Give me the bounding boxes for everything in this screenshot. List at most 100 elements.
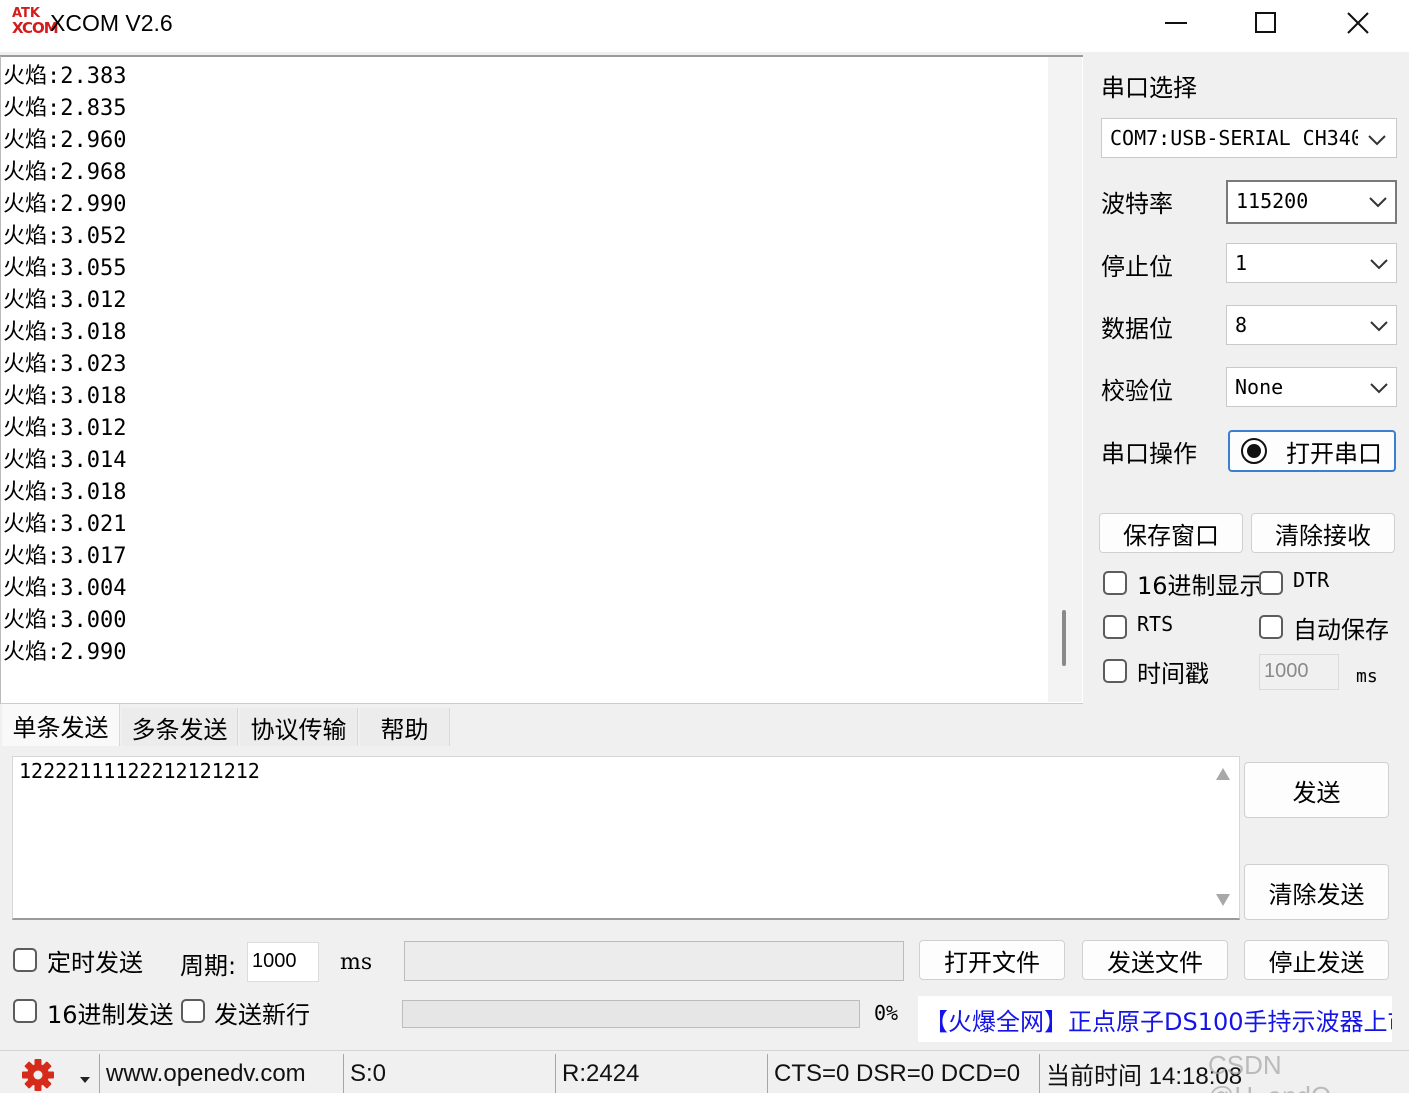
tab-multi-send[interactable]: 多条发送: [122, 708, 238, 746]
save-window-button[interactable]: 保存窗口: [1099, 513, 1243, 553]
scroll-down-arrow-icon[interactable]: [1215, 893, 1231, 907]
timestamp-label: 时间戳: [1137, 660, 1209, 688]
receive-line: 火焰:3.012: [3, 416, 127, 441]
receive-line: 火焰:3.014: [3, 448, 127, 473]
minimize-icon: [1165, 22, 1187, 24]
rts-label: RTS: [1137, 612, 1174, 636]
databit-label: 数据位: [1101, 315, 1173, 343]
logo-bottom-text: XCOM: [12, 19, 59, 37]
send-scrollbar[interactable]: [1207, 757, 1239, 917]
signal-status: CTS=0 DSR=0 DCD=0: [767, 1054, 1039, 1093]
scroll-up-arrow-icon[interactable]: [1215, 767, 1231, 781]
send-textarea[interactable]: 12222111122212121212: [12, 756, 1240, 920]
period-label: 周期:: [180, 952, 237, 980]
settings-button[interactable]: [20, 1058, 56, 1092]
chevron-down-icon: [1370, 383, 1388, 394]
chevron-down-icon: [1369, 197, 1387, 208]
receive-line: 火焰:2.835: [3, 96, 127, 121]
receive-line: 火焰:2.960: [3, 128, 127, 153]
tab-protocol-transfer[interactable]: 协议传输: [240, 708, 358, 746]
hex-send-checkbox[interactable]: [13, 999, 37, 1023]
receive-line: 火焰:3.004: [3, 576, 127, 601]
receive-lines: 火焰:2.383 火焰:2.835 火焰:2.960 火焰:2.968 火焰:2.990…: [1, 61, 126, 669]
website-link[interactable]: www.openedv.com: [99, 1054, 343, 1093]
parity-select[interactable]: None: [1226, 367, 1397, 407]
clear-receive-button[interactable]: 清除接收: [1251, 513, 1395, 553]
timed-send-checkbox[interactable]: [13, 948, 37, 972]
title-bar: ATK XCOM XCOM V2.6: [0, 0, 1409, 52]
chevron-down-icon: [1368, 135, 1386, 146]
receive-line: 火焰:3.018: [3, 384, 127, 409]
clear-send-button[interactable]: 清除发送: [1244, 864, 1389, 920]
hex-send-label: 16进制发送: [47, 1001, 174, 1029]
file-path-field[interactable]: [404, 941, 904, 981]
receive-line: 火焰:3.052: [3, 224, 127, 249]
timestamp-checkbox[interactable]: [1103, 659, 1127, 683]
port-operation-label: 串口操作: [1101, 440, 1197, 468]
receive-textarea[interactable]: 火焰:2.383 火焰:2.835 火焰:2.960 火焰:2.968 火焰:2.990…: [0, 55, 1083, 704]
port-select-arrow-box[interactable]: [1358, 120, 1396, 156]
period-unit: ms: [340, 950, 373, 975]
tab-single-send[interactable]: 单条发送: [2, 704, 120, 746]
timed-send-label: 定时发送: [47, 949, 143, 977]
auto-save-label: 自动保存: [1293, 616, 1389, 644]
receive-line: 火焰:3.012: [3, 288, 127, 313]
close-button[interactable]: [1312, 0, 1404, 46]
settings-dropdown-button[interactable]: [78, 1070, 92, 1089]
receive-scrollbar-thumb[interactable]: [1062, 610, 1066, 666]
port-select-value: COM7:USB-SERIAL CH340: [1110, 126, 1363, 150]
watermark-text: CSDN @H_andO: [1208, 1050, 1331, 1093]
send-text: 12222111122212121212: [19, 759, 260, 783]
receive-line: 火焰:3.000: [3, 608, 127, 633]
receive-line: 火焰:3.018: [3, 320, 127, 345]
receive-line: 火焰:2.968: [3, 160, 127, 185]
baud-select[interactable]: 115200: [1226, 180, 1397, 224]
receive-line: 火焰:2.383: [3, 64, 127, 89]
maximize-button[interactable]: [1220, 0, 1312, 46]
stopbit-label: 停止位: [1101, 253, 1173, 281]
send-file-button[interactable]: 发送文件: [1082, 940, 1228, 980]
tab-help[interactable]: 帮助: [360, 708, 450, 746]
app-logo-icon: ATK XCOM: [12, 7, 59, 41]
caret-down-icon: [80, 1077, 90, 1083]
receive-line: 火焰:3.018: [3, 480, 127, 505]
close-icon: [1347, 12, 1369, 34]
rts-checkbox[interactable]: [1103, 615, 1127, 639]
maximize-icon: [1255, 12, 1276, 33]
timestamp-interval-input[interactable]: 1000: [1259, 654, 1339, 690]
receive-line: 火焰:3.055: [3, 256, 127, 281]
stopbit-select[interactable]: 1: [1226, 243, 1397, 283]
port-select-label: 串口选择: [1101, 74, 1197, 102]
period-input[interactable]: 1000: [247, 942, 319, 982]
baud-select-value: 115200: [1236, 189, 1309, 213]
stop-send-button[interactable]: 停止发送: [1244, 940, 1389, 980]
open-file-button[interactable]: 打开文件: [919, 940, 1065, 980]
databit-select[interactable]: 8: [1226, 305, 1397, 345]
chevron-down-icon: [1370, 259, 1388, 270]
timestamp-unit: ms: [1356, 666, 1378, 687]
send-progress-bar: [402, 1000, 860, 1028]
receive-line: 火焰:3.021: [3, 512, 127, 537]
receive-line: 火焰:3.023: [3, 352, 127, 377]
auto-save-checkbox[interactable]: [1259, 615, 1283, 639]
promo-link[interactable]: 【火爆全网】正点原子DS100手持示波器上市: [918, 996, 1392, 1042]
send-button[interactable]: 发送: [1244, 762, 1389, 818]
open-port-button[interactable]: 打开串口: [1228, 430, 1396, 472]
baud-label: 波特率: [1101, 190, 1173, 218]
hex-display-checkbox[interactable]: [1103, 571, 1127, 595]
databit-select-value: 8: [1235, 313, 1248, 337]
send-newline-checkbox[interactable]: [181, 999, 205, 1023]
dtr-checkbox[interactable]: [1259, 571, 1283, 595]
open-port-label: 打开串口: [1286, 439, 1382, 468]
port-select[interactable]: COM7:USB-SERIAL CH340: [1101, 118, 1397, 158]
dtr-label: DTR: [1293, 568, 1330, 592]
sent-count: S:0: [343, 1054, 555, 1093]
gear-icon: [22, 1059, 54, 1091]
stopbit-select-value: 1: [1235, 251, 1248, 275]
received-count: R:2424: [555, 1054, 767, 1093]
window-title: XCOM V2.6: [50, 10, 173, 36]
parity-label: 校验位: [1101, 377, 1173, 405]
receive-scrollbar[interactable]: [1048, 57, 1082, 702]
hex-display-label: 16进制显示: [1137, 572, 1264, 600]
minimize-button[interactable]: [1130, 0, 1222, 46]
